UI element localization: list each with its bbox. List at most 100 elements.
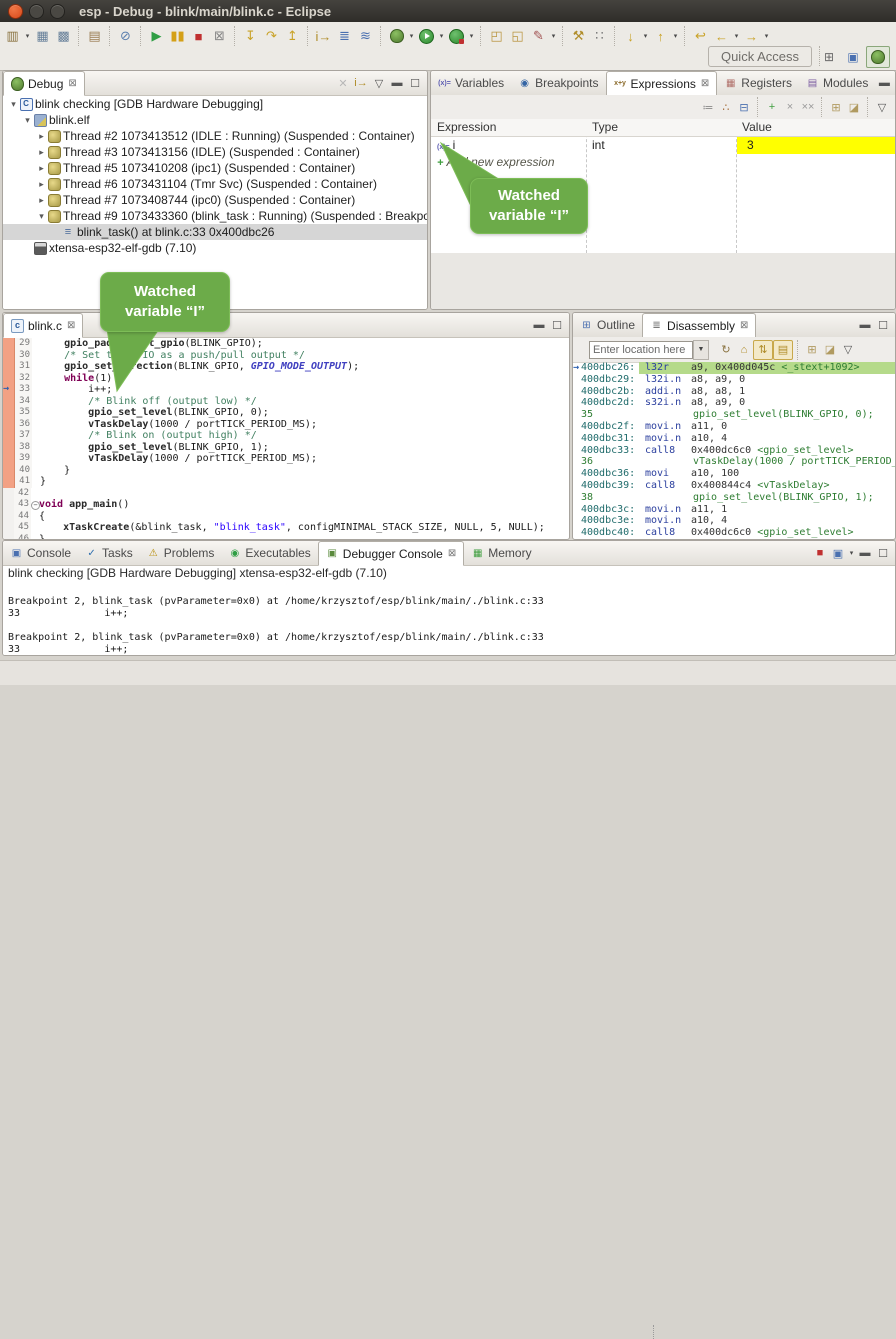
debug-tree-row[interactable]: ▸Thread #2 1073413512 (IDLE : Running) (… (3, 128, 427, 144)
back-icon[interactable]: ← (711, 25, 732, 47)
code-text[interactable]: } (40, 476, 569, 488)
refresh-icon[interactable]: ↻ (717, 341, 735, 359)
code-line[interactable]: 45 xTaskCreate(&blink_task, "blink_task"… (3, 522, 569, 534)
toggle-mark-occurrences-icon[interactable]: ✎ (528, 25, 549, 47)
expr-tab-variables[interactable]: (x)=Variables (431, 71, 511, 95)
open-perspective-button[interactable]: ⊞ (818, 47, 840, 67)
expression-row[interactable]: (x)=iint3 (431, 137, 895, 154)
remove-console-icon[interactable]: ■ (811, 544, 829, 562)
code-text[interactable]: gpio_set_direction(BLINK_GPIO, GPIO_MODE… (40, 361, 569, 373)
debug-tab-debug[interactable]: Debug⊠ (3, 71, 85, 96)
add-new-expression-icon[interactable]: + (763, 98, 781, 116)
fold-ruler-cell[interactable] (32, 373, 40, 385)
expander-icon[interactable]: ▸ (36, 131, 47, 142)
code-line[interactable]: 32 while(1) { (3, 373, 569, 385)
disassembly-listing[interactable]: →400dbc26:l32ra9, 0x400d045c <_stext+109… (573, 362, 895, 539)
disassembly-row[interactable]: 400dbc2f:movi.na11, 0 (573, 421, 895, 433)
window-close-button[interactable] (8, 4, 23, 19)
run-as-dropdown-icon[interactable]: ▾ (437, 32, 446, 40)
console-tab-tasks[interactable]: ✓Tasks (78, 541, 140, 565)
fold-ruler-cell[interactable] (32, 384, 40, 396)
code-text[interactable]: /* Blink on (output high) */ (40, 430, 569, 442)
console-tab-console[interactable]: ▣Console (3, 541, 78, 565)
annotation-ruler-cell[interactable]: → (3, 384, 15, 396)
fold-ruler-cell[interactable] (31, 522, 39, 534)
disassembly-row[interactable]: 400dbc39:call80x400844c4 <vTaskDelay> (573, 480, 895, 492)
collapse-all-icon[interactable]: ⊟ (735, 98, 753, 116)
show-type-names-icon[interactable]: ≔ (699, 98, 717, 116)
format-icon[interactable]: ⚒ (568, 25, 589, 47)
location-combo-dropdown[interactable]: ▼ (693, 340, 709, 360)
maximize-icon[interactable]: ☐ (874, 544, 892, 562)
minimize-icon[interactable]: ▬ (875, 74, 893, 92)
expr-tab-breakpoints[interactable]: ◉Breakpoints (511, 71, 605, 95)
debug-tree-row[interactable]: ▾blink.elf (3, 112, 427, 128)
console-tab-problems[interactable]: ⚠Problems (140, 541, 222, 565)
disasm-tab-disassembly[interactable]: ≣Disassembly⊠ (642, 313, 756, 338)
annotation-ruler-cell[interactable] (3, 534, 14, 540)
maximize-icon[interactable]: ☐ (874, 316, 892, 334)
expander-icon[interactable]: ▸ (36, 147, 47, 158)
debug-tree-row[interactable]: xtensa-esp32-elf-gdb (7.10) (3, 240, 427, 256)
disconnect-icon[interactable]: ⊠ (209, 25, 230, 47)
disassembly-row[interactable]: 400dbc31:movi.na10, 4 (573, 433, 895, 445)
open-element-icon[interactable]: ◰ (486, 25, 507, 47)
expander-icon[interactable]: ▸ (36, 195, 47, 206)
code-line[interactable]: →33 i++; (3, 384, 569, 396)
debug-tree-row[interactable]: ≡blink_task() at blink.c:33 0x400dbc26 (3, 224, 427, 240)
code-text[interactable]: /* Blink off (output low) */ (40, 396, 569, 408)
fold-ruler-cell[interactable]: − (31, 499, 39, 511)
fold-ruler-cell[interactable] (32, 453, 40, 465)
expr-tab-expressions[interactable]: x+yExpressions⊠ (606, 71, 718, 96)
annotation-ruler-cell[interactable] (3, 430, 15, 442)
code-line[interactable]: 35 gpio_set_level(BLINK_GPIO, 0); (3, 407, 569, 419)
next-annotation-dropdown-icon[interactable]: ▾ (641, 32, 650, 40)
next-annotation-icon[interactable]: ↓ (620, 25, 641, 47)
fold-ruler-cell[interactable] (31, 511, 39, 523)
code-text[interactable]: } (39, 534, 569, 540)
cpp-perspective-button[interactable]: ▣ (842, 47, 864, 67)
code-text[interactable]: /* Set the GPIO as a push/pull output */ (40, 350, 569, 362)
tab-close-icon[interactable]: ⊠ (68, 78, 76, 89)
code-text[interactable]: gpio_pad_select_gpio(BLINK_GPIO); (40, 338, 569, 350)
debug-tree-row[interactable]: ▸Thread #7 1073408744 (ipc0) (Suspended … (3, 192, 427, 208)
new-dropdown-icon[interactable]: ▾ (23, 32, 32, 40)
code-line[interactable]: 43−void app_main() (3, 499, 569, 511)
remove-all-expressions-icon[interactable]: ×× (799, 98, 817, 116)
tab-close-icon[interactable]: ⊠ (448, 548, 456, 559)
code-text[interactable]: i++; (40, 384, 569, 396)
debug-tree-row[interactable]: ▾Thread #9 1073433360 (blink_task : Runn… (3, 208, 427, 224)
annotation-ruler-cell[interactable] (3, 350, 15, 362)
disassembly-row[interactable]: 400dbc2d:s32i.na8, a9, 0 (573, 397, 895, 409)
display-selected-console-icon[interactable]: ▣ (829, 544, 847, 562)
search-icon[interactable]: ∷ (589, 25, 610, 47)
instruction-stepping-icon[interactable]: i→ (313, 25, 334, 47)
fold-ruler-cell[interactable] (32, 396, 40, 408)
code-line[interactable]: 46} (3, 534, 569, 540)
debug-tree-row[interactable]: ▸Thread #3 1073413156 (IDLE) (Suspended … (3, 144, 427, 160)
disassembly-row[interactable]: 400dbc40:call80x400dc6c0 <gpio_set_level… (573, 527, 895, 539)
debug-tree-row[interactable]: ▸Thread #5 1073410208 (ipc1) (Suspended … (3, 160, 427, 176)
location-combo-input[interactable]: Enter location here (589, 341, 693, 359)
code-text[interactable]: gpio_set_level(BLINK_GPIO, 1); (40, 442, 569, 454)
disassembly-row[interactable]: 400dbc3e:movi.na10, 4 (573, 515, 895, 527)
code-text[interactable]: gpio_set_level(BLINK_GPIO, 0); (40, 407, 569, 419)
code-line[interactable]: 29 gpio_pad_select_gpio(BLINK_GPIO); (3, 338, 569, 350)
show-debug-sources-icon[interactable]: ≣ (334, 25, 355, 47)
minimize-icon[interactable]: ▬ (856, 544, 874, 562)
view-menu-icon[interactable]: ▽ (839, 341, 857, 359)
view-menu-icon[interactable]: ▽ (370, 74, 388, 92)
forward-dropdown-icon[interactable]: ▾ (762, 32, 771, 40)
annotation-ruler-cell[interactable] (3, 522, 14, 534)
expr-tab-registers[interactable]: ▦Registers (717, 71, 799, 95)
external-tools-icon[interactable] (446, 25, 467, 47)
annotation-ruler-cell[interactable] (3, 465, 15, 477)
debug-tree-row[interactable]: ▸Thread #6 1073431104 (Tmr Svc) (Suspend… (3, 176, 427, 192)
column-value[interactable]: Value (742, 120, 772, 134)
fold-ruler-cell[interactable] (32, 338, 40, 350)
annotation-ruler-cell[interactable] (3, 499, 14, 511)
annotation-ruler-cell[interactable] (3, 396, 15, 408)
disassembly-row[interactable]: 400dbc33:call80x400dc6c0 <gpio_set_level… (573, 445, 895, 457)
suspend-icon[interactable]: ▮▮ (167, 25, 188, 47)
remove-all-terminated-icon[interactable]: ✕ (334, 74, 352, 92)
